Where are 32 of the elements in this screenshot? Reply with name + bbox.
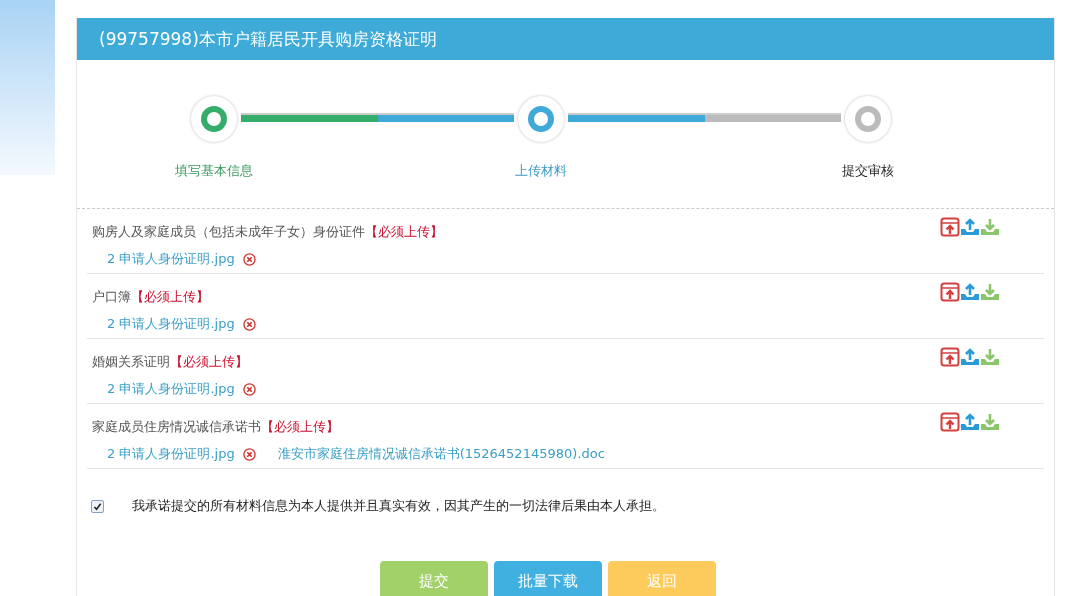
- window-upload-icon[interactable]: [940, 347, 960, 367]
- step-marker: [528, 106, 554, 132]
- window-upload-icon[interactable]: [940, 412, 960, 432]
- upload-icon[interactable]: [960, 217, 980, 237]
- upload-icon[interactable]: [960, 412, 980, 432]
- delete-icon[interactable]: [242, 252, 256, 266]
- submit-button[interactable]: 提交: [379, 561, 488, 596]
- pledge-text: 我承诺提交的所有材料信息为本人提供并且真实有效，因其产生的一切法律后果由本人承担。: [132, 497, 665, 515]
- file-link[interactable]: 淮安市家庭住房情况诚信承诺书(1526452145980).doc: [277, 445, 605, 463]
- delete-icon[interactable]: [242, 317, 256, 331]
- material-title: 户口簿【必须上传】: [92, 288, 210, 306]
- step-label: 填写基本信息: [175, 162, 253, 180]
- download-button[interactable]: 批量下载: [493, 561, 602, 596]
- window-upload-icon[interactable]: [940, 282, 960, 302]
- material-title: 婚姻关系证明【必须上传】: [92, 353, 249, 371]
- file-link[interactable]: 2 申请人身份证明.jpg: [107, 315, 235, 333]
- panel-title: (99757998)本市户籍居民开具购房资格证明: [99, 27, 437, 51]
- window-upload-icon[interactable]: [940, 217, 960, 237]
- step-label: 提交审核: [842, 162, 894, 180]
- delete-icon[interactable]: [242, 382, 256, 396]
- step-label: 上传材料: [515, 162, 567, 180]
- material-title: 家庭成员住房情况诚信承诺书【必须上传】: [92, 418, 340, 436]
- pledge-checkbox[interactable]: [91, 499, 104, 513]
- step-marker: [855, 106, 881, 132]
- material-title: 购房人及家庭成员（包括未成年子女）身份证件【必须上传】: [92, 223, 443, 241]
- upload-icon[interactable]: [960, 282, 980, 302]
- delete-icon[interactable]: [242, 447, 256, 461]
- step-marker: [201, 106, 227, 132]
- upload-icon[interactable]: [960, 347, 980, 367]
- file-link[interactable]: 2 申请人身份证明.jpg: [107, 445, 235, 463]
- file-link[interactable]: 2 申请人身份证明.jpg: [107, 250, 235, 268]
- file-link[interactable]: 2 申请人身份证明.jpg: [107, 380, 235, 398]
